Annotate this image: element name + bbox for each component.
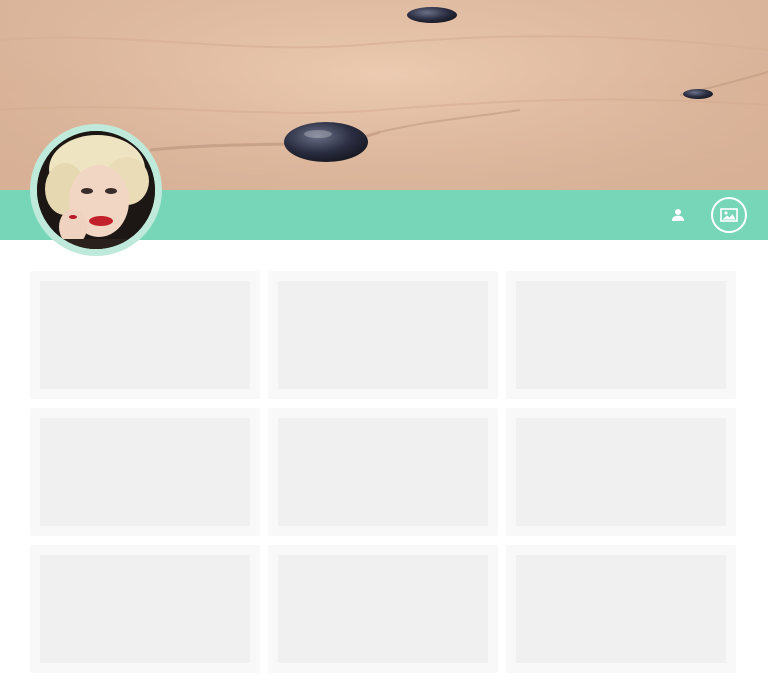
grid-tile[interactable] [30,545,260,673]
tile-placeholder [40,555,250,663]
change-cover-button[interactable] [711,197,747,233]
grid-tile[interactable] [30,271,260,399]
user-icon [672,209,684,221]
grid-tile[interactable] [506,408,736,536]
tile-placeholder [278,281,488,389]
grid-tile[interactable] [268,271,498,399]
tile-placeholder [40,418,250,526]
grid-tile[interactable] [30,408,260,536]
tile-placeholder [278,555,488,663]
avatar-ring[interactable] [30,124,162,256]
tile-placeholder [516,281,726,389]
tile-placeholder [40,281,250,389]
tile-placeholder [516,418,726,526]
avatar-portrait [37,131,155,249]
profile-button[interactable] [667,204,689,226]
grid-tile[interactable] [268,545,498,673]
grid-tile[interactable] [268,408,498,536]
grid-tile[interactable] [506,545,736,673]
avatar[interactable] [37,131,155,249]
tile-placeholder [516,555,726,663]
content-grid [30,271,737,673]
image-icon [720,208,738,222]
tile-placeholder [278,418,488,526]
grid-tile[interactable] [506,271,736,399]
